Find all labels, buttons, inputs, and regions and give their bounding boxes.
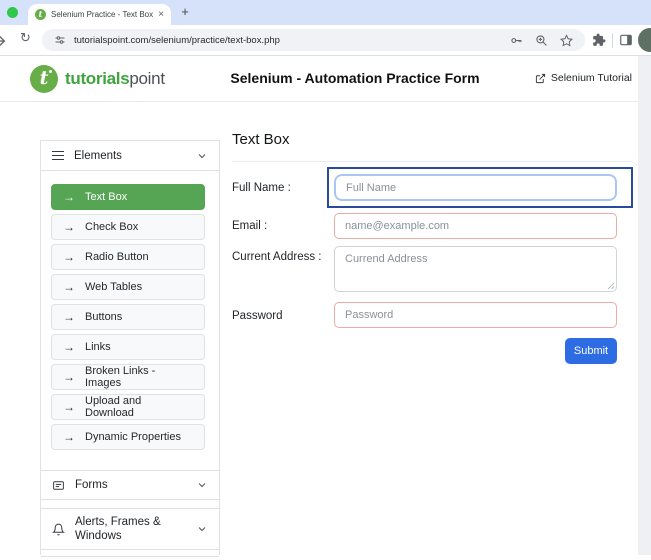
arrow-right-icon: → xyxy=(63,281,75,293)
current-address-textarea[interactable] xyxy=(334,246,617,292)
submit-button[interactable]: Submit xyxy=(565,338,617,364)
arrow-right-icon: → xyxy=(63,341,75,353)
sidebar-section-elements[interactable]: Elements xyxy=(41,141,219,171)
address-bar[interactable]: tutorialspoint.com/selenium/practice/tex… xyxy=(42,29,585,51)
bookmark-star-icon[interactable] xyxy=(560,34,573,47)
password-input[interactable] xyxy=(334,302,617,328)
browser-tab[interactable]: t Selenium Practice - Text Box × xyxy=(28,4,171,25)
arrow-right-icon: → xyxy=(63,401,75,413)
arrow-right-icon: → xyxy=(63,191,75,203)
arrow-right-icon: → xyxy=(63,371,75,383)
arrow-right-icon: → xyxy=(63,311,75,323)
reload-icon[interactable]: ↻ xyxy=(20,30,31,46)
sidebar-section-forms[interactable]: Forms xyxy=(41,470,219,500)
email-input[interactable] xyxy=(334,213,617,239)
sidebar-next-section-partial xyxy=(41,556,219,560)
brand-text: tutorialspoint xyxy=(65,69,165,89)
tutorialspoint-logo[interactable]: t tutorialspoint xyxy=(30,65,165,93)
email-label: Email : xyxy=(232,219,330,235)
form-icon xyxy=(52,479,65,492)
url-text: tutorialspoint.com/selenium/practice/tex… xyxy=(74,35,502,46)
sidebar-item-upload-download[interactable]: →Upload and Download xyxy=(51,394,205,420)
sidebar-section-alerts-frames-windows[interactable]: Alerts, Frames & Windows xyxy=(41,508,219,550)
password-label: Password xyxy=(232,309,330,325)
favicon: t xyxy=(35,9,46,20)
sidebar-item-radio-button[interactable]: →Radio Button xyxy=(51,244,205,270)
title-divider xyxy=(232,161,632,162)
extensions-icon[interactable] xyxy=(592,33,606,47)
tab-close-icon[interactable]: × xyxy=(158,10,164,20)
form-title: Text Box xyxy=(232,131,290,148)
sidebar-item-check-box[interactable]: →Check Box xyxy=(51,214,205,240)
logo-icon: t xyxy=(30,65,58,93)
sidebar-item-text-box[interactable]: →Text Box xyxy=(51,184,205,210)
arrow-right-icon: → xyxy=(63,221,75,233)
external-link-icon xyxy=(535,73,546,84)
menu-icon xyxy=(52,151,64,161)
new-tab-button[interactable]: + xyxy=(176,3,194,21)
selenium-tutorial-link[interactable]: Selenium Tutorial xyxy=(535,72,632,84)
password-key-icon[interactable] xyxy=(510,34,523,47)
arrow-right-icon: → xyxy=(63,431,75,443)
sidebar-item-web-tables[interactable]: →Web Tables xyxy=(51,274,205,300)
chevron-down-icon xyxy=(196,150,208,162)
chevron-down-icon xyxy=(196,523,208,535)
sidebar-item-broken-links[interactable]: →Broken Links - Images xyxy=(51,364,205,390)
tab-title: Selenium Practice - Text Box xyxy=(51,10,153,19)
page-scrollbar[interactable] xyxy=(638,56,651,555)
forward-icon[interactable] xyxy=(0,33,7,49)
site-header: t tutorialspoint Selenium - Automation P… xyxy=(0,56,651,102)
browser-toolbar: ↻ tutorialspoint.com/selenium/practice/t… xyxy=(0,25,651,56)
bell-icon xyxy=(52,523,65,536)
page-title: Selenium - Automation Practice Form xyxy=(200,70,510,86)
sidebar-item-links[interactable]: →Links xyxy=(51,334,205,360)
full-name-label: Full Name : xyxy=(232,181,330,197)
arrow-right-icon: → xyxy=(63,251,75,263)
browser-tab-strip: t Selenium Practice - Text Box × + xyxy=(0,0,651,25)
sidebar-elements-list: →Text Box →Check Box →Radio Button →Web … xyxy=(41,171,219,470)
side-panel-icon[interactable] xyxy=(619,33,633,47)
current-address-label: Current Address : xyxy=(232,250,330,266)
sidebar-item-dynamic-properties[interactable]: →Dynamic Properties xyxy=(51,424,205,450)
sidebar-item-buttons[interactable]: →Buttons xyxy=(51,304,205,330)
toolbar-divider xyxy=(612,33,613,48)
zoom-icon[interactable] xyxy=(535,34,548,47)
site-info-icon[interactable] xyxy=(54,34,66,46)
full-name-input[interactable] xyxy=(334,174,617,201)
sidebar: Elements →Text Box →Check Box →Radio But… xyxy=(40,140,220,555)
chevron-down-icon xyxy=(196,479,208,491)
traffic-light-green[interactable] xyxy=(7,7,18,18)
